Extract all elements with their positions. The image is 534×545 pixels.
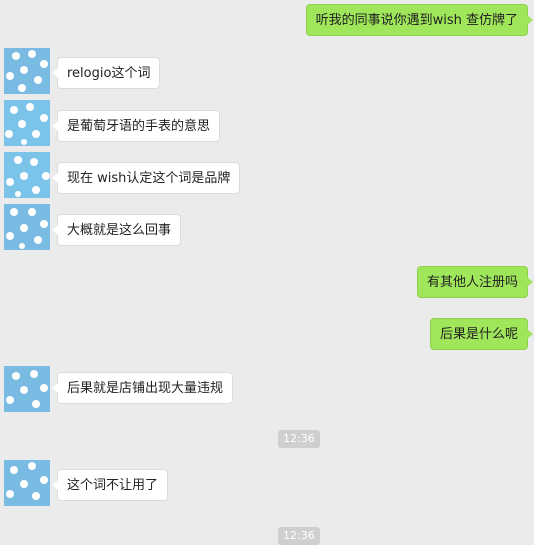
message-bubble-incoming[interactable]: relogio这个词 [51, 57, 161, 89]
message-bubble-outgoing[interactable]: 听我的同事说你遇到wish 查仿牌了 [305, 4, 534, 36]
message-bubble-outgoing[interactable]: 后果是什么呢 [429, 318, 534, 350]
message-bubble-incoming[interactable]: 大概就是这么回事 [51, 214, 182, 246]
timestamp-badge: 12:36 [278, 527, 320, 545]
message-bubble-incoming[interactable]: 后果就是店铺出现大量违规 [51, 372, 234, 404]
avatar-icon[interactable] [4, 48, 50, 94]
message-bubble-incoming[interactable]: 现在 wish认定这个词是品牌 [51, 162, 241, 194]
timestamp-badge: 12:36 [278, 430, 320, 448]
avatar-icon[interactable] [4, 366, 50, 412]
avatar-icon[interactable] [4, 204, 50, 250]
message-bubble-incoming[interactable]: 是葡萄牙语的手表的意思 [51, 110, 221, 142]
message-bubble-incoming[interactable]: 这个词不让用了 [51, 469, 169, 501]
avatar-icon[interactable] [4, 460, 50, 506]
avatar-icon[interactable] [4, 152, 50, 198]
message-bubble-outgoing[interactable]: 有其他人注册吗 [416, 266, 534, 298]
avatar-icon[interactable] [4, 100, 50, 146]
